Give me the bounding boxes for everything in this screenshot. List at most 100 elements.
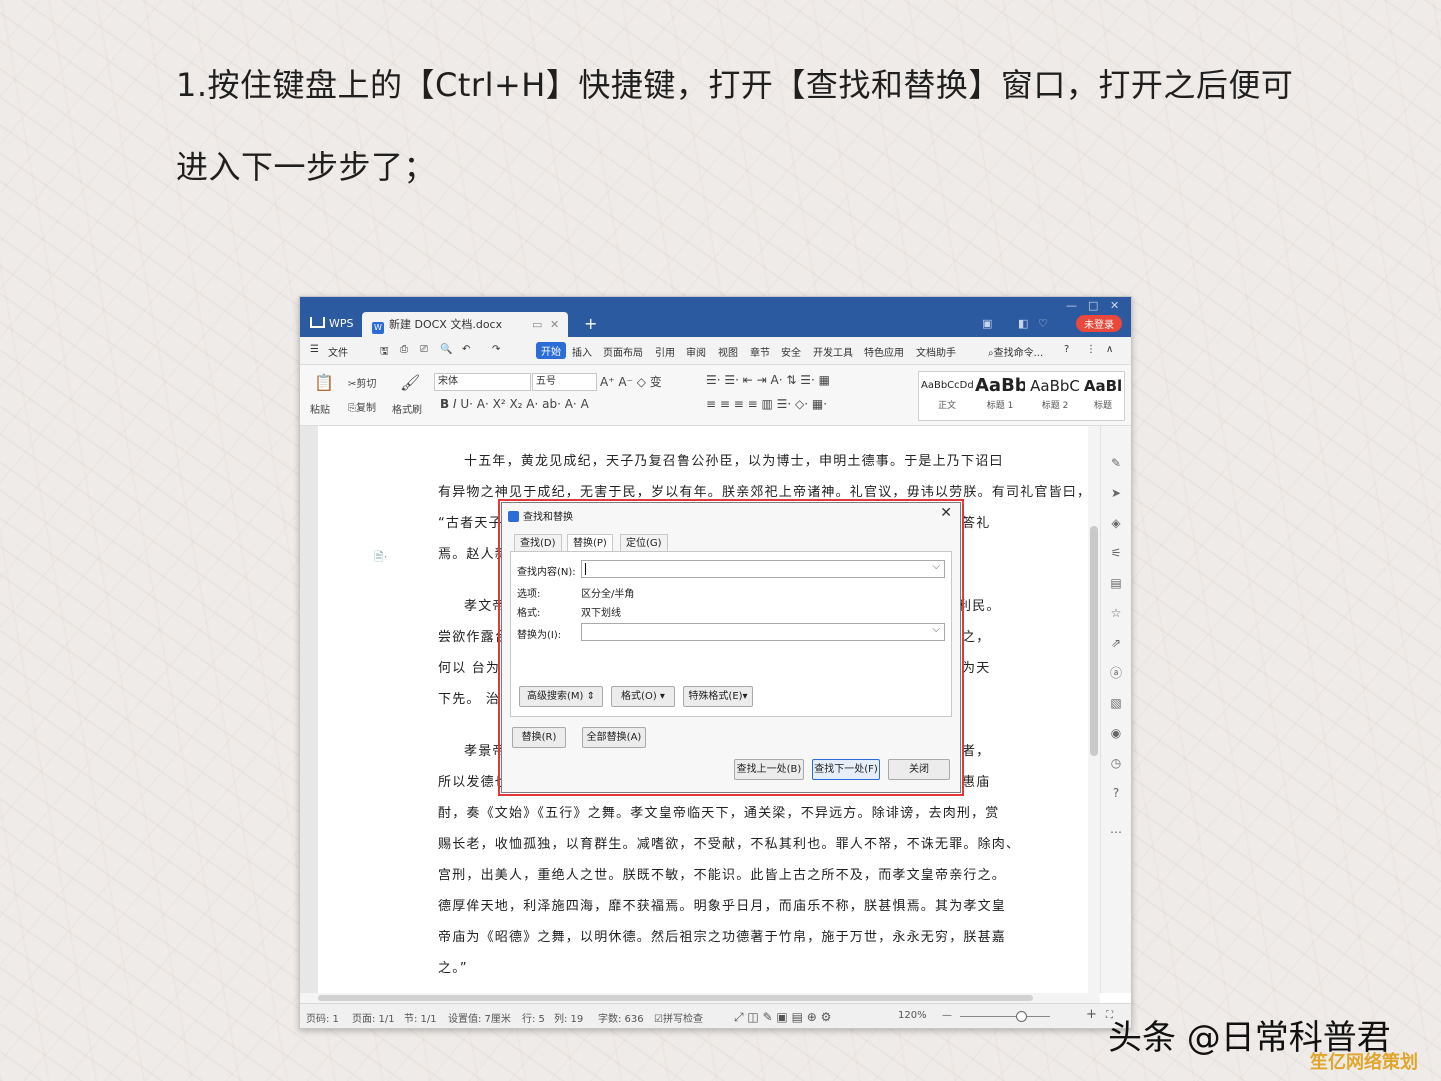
horizontal-scroll-thumb[interactable] xyxy=(318,995,1033,1001)
close-button[interactable]: 关闭 xyxy=(888,759,950,780)
tab-close-icon[interactable]: ✕ xyxy=(550,312,559,337)
save-icon[interactable]: 🖫 xyxy=(380,344,389,361)
redo-icon[interactable]: ↷ xyxy=(492,344,500,355)
status-col: 列: 19 xyxy=(554,1014,584,1025)
replace-button[interactable]: 替换(R) xyxy=(512,727,566,748)
pen-icon[interactable]: ✎ xyxy=(1109,456,1123,470)
history-icon[interactable]: ◷ xyxy=(1109,756,1123,770)
cursor-icon[interactable]: ➤ xyxy=(1109,486,1123,500)
replace-all-button[interactable]: 全部替换(A) xyxy=(582,727,646,748)
star-icon[interactable]: ☆ xyxy=(1109,606,1123,620)
right-sidebar: ✎ ➤ ◈ ⚟ ▤ ☆ ⇗ ⓐ ▧ ◉ ◷ ? … xyxy=(1100,426,1131,993)
horizontal-scrollbar[interactable] xyxy=(300,993,1100,1003)
zoom-out-icon[interactable]: — xyxy=(942,1010,952,1021)
grow-font-icon[interactable]: A⁺ A⁻ ◇ 变 xyxy=(600,373,662,390)
document-tab[interactable]: W 新建 DOCX 文档.docx ▭ ✕ xyxy=(362,312,568,337)
minimize-icon[interactable]: — xyxy=(1066,299,1077,312)
doc-line: 十五年，黄龙见成纪，天子乃复召鲁公孙臣，以为博士，申明土德事。于是上乃下诏曰 xyxy=(464,454,1004,469)
tab-replace[interactable]: 替换(P) xyxy=(567,534,613,552)
tab-monitor-icon[interactable]: ▭ xyxy=(532,312,542,337)
backup-icon[interactable]: ◉ xyxy=(1109,726,1123,740)
list-icons[interactable]: ☰· ☰· ⇤ ⇥ A· ⇅ ☰· ▦ xyxy=(706,373,830,387)
adjust-icon[interactable]: ⚟ xyxy=(1109,546,1123,560)
format-painter-icon[interactable]: 🖌 xyxy=(400,373,420,392)
format-button[interactable]: 格式(O) ▾ xyxy=(611,686,675,707)
chevron-down-icon[interactable]: ⌵ xyxy=(932,624,940,635)
find-input[interactable]: ⌵ xyxy=(581,560,945,578)
align-icons[interactable]: ≡ ≡ ≡ ≡ ▥ ☰· ◇· ▦· xyxy=(706,397,827,411)
menu-features[interactable]: 特色应用 xyxy=(864,344,904,359)
maximize-icon[interactable]: □ xyxy=(1088,299,1098,312)
vertical-scroll-thumb[interactable] xyxy=(1090,526,1098,756)
menu-view[interactable]: 视图 xyxy=(718,344,738,359)
find-next-button[interactable]: 查找下一处(F) xyxy=(812,759,880,780)
shapes-icon[interactable]: ◈ xyxy=(1109,516,1123,530)
style-title[interactable]: AaBl 标题 xyxy=(1083,374,1123,411)
close-window-icon[interactable]: ✕ xyxy=(1110,299,1119,312)
spell-check[interactable]: ☑拼写检查 xyxy=(654,1010,703,1025)
vertical-scrollbar[interactable] xyxy=(1088,426,1100,993)
zoom-in-icon[interactable]: + xyxy=(1086,1007,1097,1022)
replace-panel: 查找内容(N): ⌵ 选项: 区分全/半角 格式: 双下划线 替换为(I): ⌵… xyxy=(510,551,952,717)
format-painter-button[interactable]: 格式刷 xyxy=(392,401,422,416)
menu-layout[interactable]: 页面布局 xyxy=(603,344,643,359)
print-icon[interactable]: ⎚ xyxy=(420,344,428,355)
chevron-down-icon[interactable]: ⌵ xyxy=(932,561,940,572)
menu-review[interactable]: 审阅 xyxy=(686,344,706,359)
skin-icon[interactable]: ◧ xyxy=(1018,317,1028,330)
menu-security[interactable]: 安全 xyxy=(781,344,801,359)
font-format-icons[interactable]: B I U· A· X² X₂ A· ab· A· A xyxy=(440,397,589,411)
zoom-level[interactable]: 120% xyxy=(898,1010,927,1021)
style-heading-1[interactable]: AaBb 标题 1 xyxy=(975,374,1025,411)
find-previous-button[interactable]: 查找上一处(B) xyxy=(734,759,804,780)
export-pdf-icon[interactable]: ⎙ xyxy=(400,344,408,355)
dialog-close-icon[interactable]: ✕ xyxy=(940,505,952,521)
login-badge[interactable]: 未登录 xyxy=(1076,315,1122,332)
undo-icon[interactable]: ↶ xyxy=(462,344,470,355)
paste-icon[interactable]: 📋 xyxy=(314,373,334,392)
tab-goto[interactable]: 定位(G) xyxy=(620,534,668,552)
cut-button[interactable]: ✂剪切 xyxy=(348,375,376,390)
special-format-button[interactable]: 特殊格式(E)▾ xyxy=(683,686,753,707)
font-name-select[interactable]: 宋体 xyxy=(434,373,531,391)
paste-button[interactable]: 粘贴 xyxy=(310,401,330,416)
wps-home-tab[interactable]: WPS xyxy=(306,314,356,333)
copy-button[interactable]: ⎘复制 xyxy=(348,399,376,414)
menu-assistant[interactable]: 文档助手 xyxy=(916,344,956,359)
sidebar-more-icon[interactable]: … xyxy=(1109,822,1123,836)
style-heading-2[interactable]: AaBbC 标题 2 xyxy=(1027,374,1083,411)
menu-chapter[interactable]: 章节 xyxy=(750,344,770,359)
menu-home[interactable]: 开始 xyxy=(536,342,566,359)
font-size-select[interactable]: 五号 xyxy=(532,373,597,391)
question-icon[interactable]: ? xyxy=(1109,786,1123,800)
window-layout-icon[interactable]: ▣ xyxy=(982,317,992,330)
help-icon[interactable]: ? xyxy=(1064,344,1069,355)
options-value: 区分全/半角 xyxy=(581,589,635,600)
zoom-slider[interactable] xyxy=(960,1016,1050,1017)
collapse-ribbon-icon[interactable]: ∧ xyxy=(1106,344,1113,355)
settings-icon[interactable]: ♡ xyxy=(1038,317,1048,330)
command-search[interactable]: ⌕查找命令... xyxy=(988,344,1043,359)
zoom-slider-knob[interactable] xyxy=(1016,1011,1027,1022)
view-mode-icons[interactable]: ⤢ ◫ ✎ ▣ ▤ ⊕ ⚙ xyxy=(734,1010,831,1025)
menu-developer[interactable]: 开发工具 xyxy=(813,344,853,359)
expand-icon: ⇕ xyxy=(586,691,595,702)
doc-tools-icon[interactable]: ▤ xyxy=(1109,576,1123,590)
style-normal[interactable]: AaBbCcDd 正文 xyxy=(921,374,973,411)
tab-find[interactable]: 查找(D) xyxy=(514,534,562,552)
menu-file[interactable]: 文件 xyxy=(328,344,348,359)
more-icon[interactable]: ⋮ xyxy=(1086,344,1096,355)
replace-input[interactable]: ⌵ xyxy=(581,623,945,641)
new-tab-icon[interactable]: + xyxy=(584,314,597,333)
preview-icon[interactable]: 🔍 xyxy=(440,344,452,355)
menu-references[interactable]: 引用 xyxy=(655,344,675,359)
share-icon[interactable]: ⇗ xyxy=(1109,636,1123,650)
advanced-search-button[interactable]: 高级搜索(M) ⇕ xyxy=(519,686,603,707)
paragraph-marker-icon[interactable]: 🗎· xyxy=(374,548,387,569)
menu-insert[interactable]: 插入 xyxy=(572,344,592,359)
translate-icon[interactable]: ⓐ xyxy=(1109,666,1123,680)
hamburger-icon[interactable]: ☰ xyxy=(310,344,319,355)
image-icon[interactable]: ▧ xyxy=(1109,696,1123,710)
status-words[interactable]: 字数: 636 xyxy=(598,1010,644,1025)
status-setting[interactable]: 设置值: 7厘米 xyxy=(448,1010,511,1025)
